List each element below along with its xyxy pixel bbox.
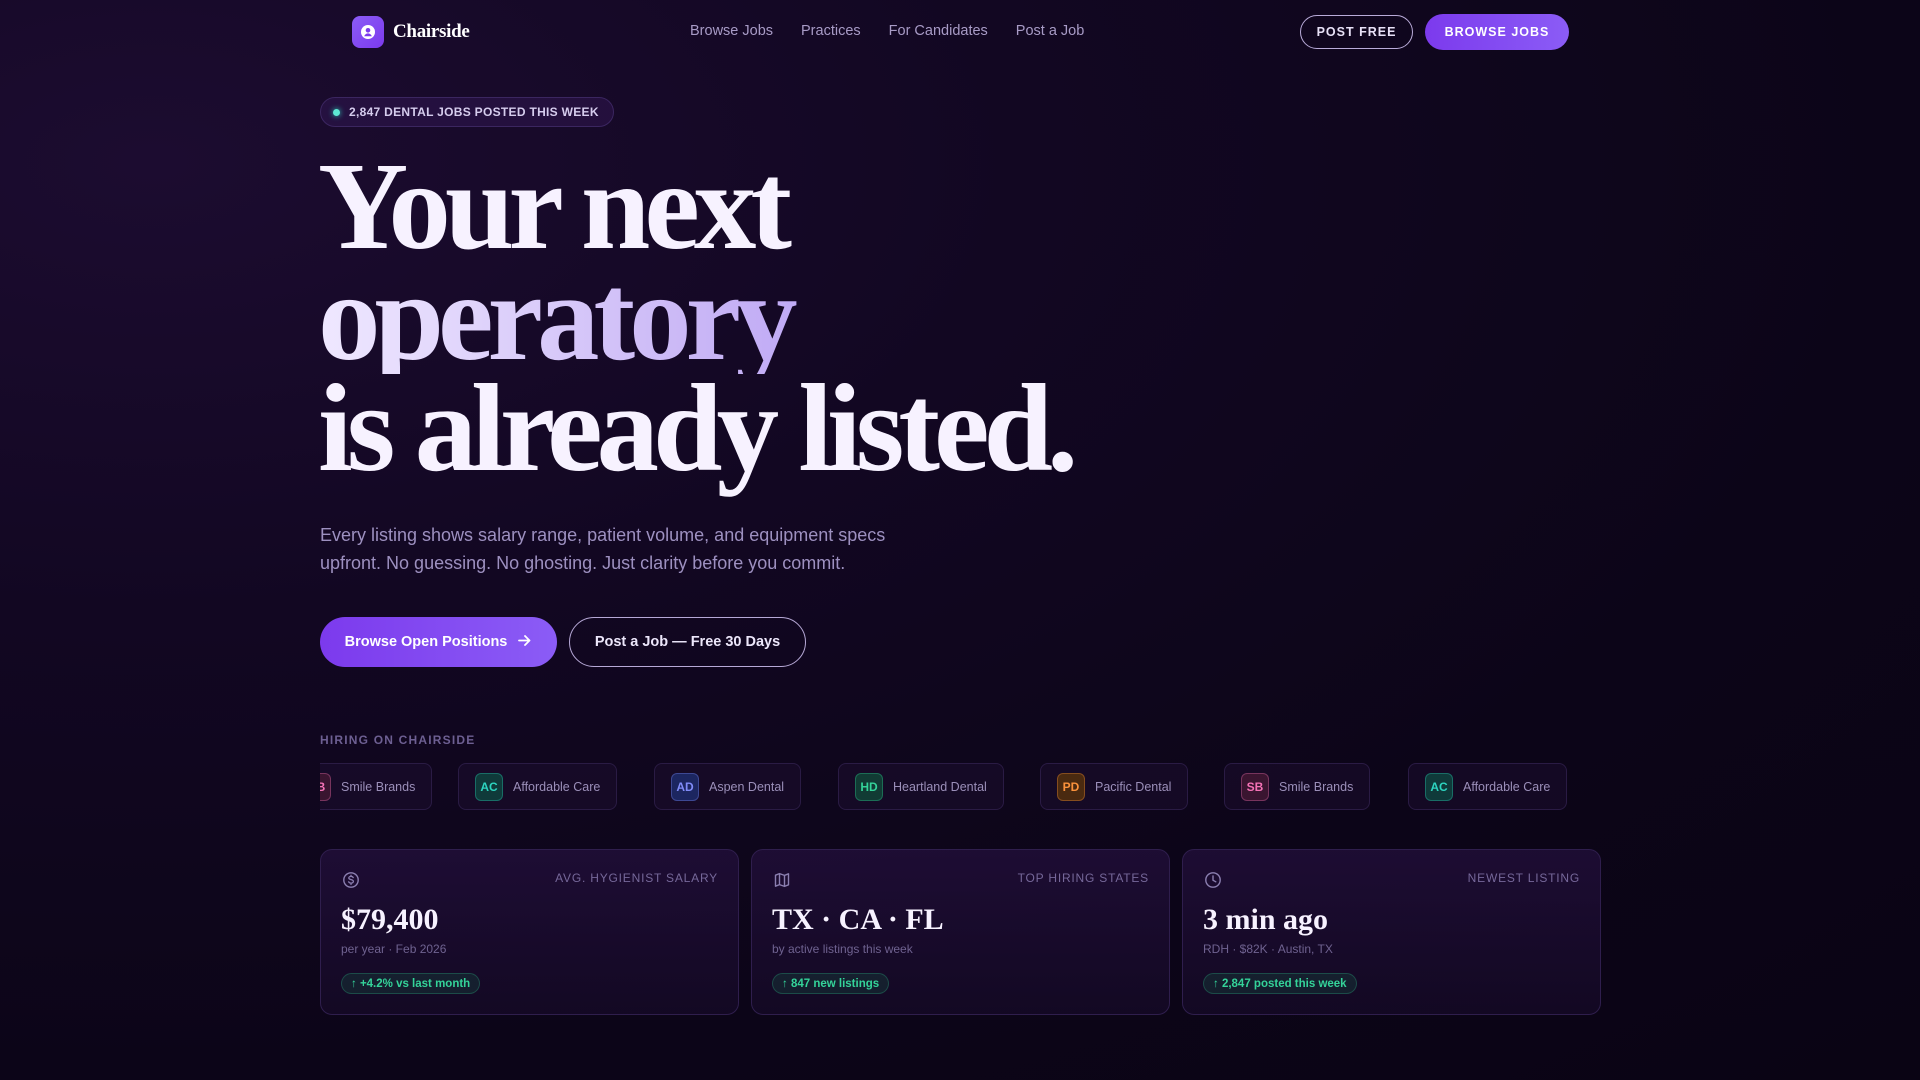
company-chip[interactable]: PD Pacific Dental — [1040, 763, 1189, 810]
company-name: Heartland Dental — [893, 779, 987, 794]
nav-link-for-candidates[interactable]: For Candidates — [889, 23, 988, 39]
brand-logo[interactable]: Chairside — [352, 16, 470, 48]
stat-label: NEWEST LISTING — [1467, 871, 1580, 885]
company-initials: SB — [320, 772, 331, 801]
nav-link-browse-jobs[interactable]: Browse Jobs — [690, 23, 773, 39]
headline-line-2-accent: operatory — [318, 256, 1072, 381]
stat-label: AVG. HYGIENIST SALARY — [555, 871, 718, 885]
arrow-right-icon — [517, 633, 532, 652]
map-icon — [773, 871, 791, 889]
stat-label: TOP HIRING STATES — [1017, 871, 1149, 885]
company-chip[interactable]: AC Affordable Care — [1408, 763, 1568, 810]
clock-icon — [1204, 871, 1222, 889]
brand-mark-icon — [352, 16, 384, 48]
badge-text: 2,847 DENTAL JOBS POSTED THIS WEEK — [349, 105, 599, 119]
stat-value: 3 min ago — [1203, 903, 1329, 936]
stat-card-states: TOP HIRING STATES TX · CA · FL by active… — [751, 849, 1170, 1015]
nav-link-practices[interactable]: Practices — [801, 23, 861, 39]
stat-card-salary: AVG. HYGIENIST SALARY $79,400 per year ·… — [320, 849, 739, 1015]
hiring-on-label: HIRING ON CHAIRSIDE — [320, 733, 476, 747]
stat-value: $79,400 — [341, 903, 439, 936]
hero-headline: Your next operatory is already listed. — [318, 138, 1078, 498]
brand-name: Chairside — [393, 21, 470, 42]
jobs-posted-badge: 2,847 DENTAL JOBS POSTED THIS WEEK — [320, 97, 614, 127]
stat-subtext: per year · Feb 2026 — [341, 942, 447, 956]
company-name: Affordable Care — [513, 779, 601, 794]
stat-delta-badge: ↑ 847 new listings — [772, 973, 890, 994]
company-name: Pacific Dental — [1095, 779, 1172, 794]
company-name: Affordable Care — [1463, 779, 1551, 794]
stat-card-newest: NEWEST LISTING 3 min ago RDH · $82K · Au… — [1182, 849, 1601, 1015]
dollar-icon — [342, 871, 360, 889]
stat-value: TX · CA · FL — [772, 903, 944, 936]
stat-delta-badge: ↑ 2,847 posted this week — [1203, 973, 1357, 994]
company-chip[interactable]: AD Aspen Dental — [654, 763, 802, 810]
headline-line-1: Your next — [318, 138, 792, 276]
company-chip[interactable]: HD Heartland Dental — [838, 763, 1004, 810]
top-nav: Chairside Browse Jobs Practices For Cand… — [0, 0, 1920, 64]
company-initials: HD — [855, 772, 883, 801]
stat-delta-badge: ↑ +4.2% vs last month — [341, 973, 481, 994]
company-chip[interactable]: SB Smile Brands — [320, 763, 433, 810]
company-initials: AC — [1425, 772, 1453, 801]
company-initials: AC — [475, 772, 503, 801]
browse-open-positions-button[interactable]: Browse Open Positions — [320, 617, 557, 667]
headline-line-3: is already listed. — [318, 360, 1078, 498]
post-free-button[interactable]: POST FREE — [1300, 15, 1413, 49]
nav-link-post-a-job[interactable]: Post a Job — [1016, 23, 1085, 39]
company-initials: PD — [1057, 772, 1085, 801]
company-name: Aspen Dental — [709, 779, 785, 794]
company-chip[interactable]: SB Smile Brands — [1224, 763, 1371, 810]
company-initials: AD — [671, 772, 699, 801]
hero-subcopy: Every listing shows salary range, patien… — [320, 525, 886, 573]
company-name: Smile Brands — [1279, 779, 1354, 794]
company-name: Smile Brands — [341, 779, 416, 794]
hiring-companies-strip: SB Smile Brands AC Affordable Care AD As… — [320, 763, 1570, 811]
stat-subtext: by active listings this week — [772, 942, 913, 956]
company-initials: SB — [1241, 772, 1269, 801]
post-a-job-free-button[interactable]: Post a Job — Free 30 Days — [569, 617, 806, 667]
live-dot-icon — [333, 108, 340, 116]
browse-jobs-button[interactable]: BROWSE JOBS — [1425, 14, 1569, 50]
nav-links: Browse Jobs Practices For Candidates Pos… — [690, 23, 1084, 39]
stat-subtext: RDH · $82K · Austin, TX — [1203, 942, 1333, 956]
company-chip[interactable]: AC Affordable Care — [458, 763, 618, 810]
browse-open-positions-label: Browse Open Positions — [344, 634, 508, 650]
